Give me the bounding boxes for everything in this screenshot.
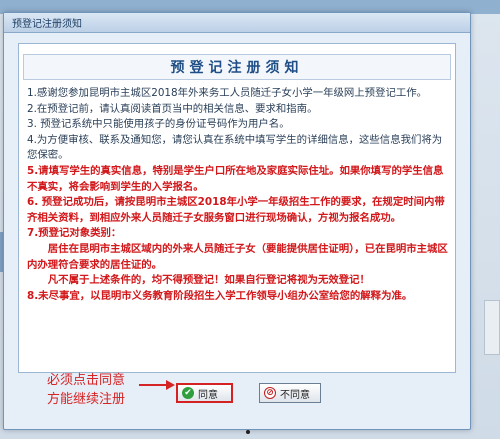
- notice-heading: 预登记注册须知: [170, 60, 304, 76]
- background-right-panel: [484, 300, 500, 355]
- annotation-note: 必须点击同意 方能继续注册: [47, 371, 125, 409]
- notice-item-5: 5.请填写学生的真实信息，特别是学生户口所在地及家庭实际住址。如果你填写的学生信…: [27, 164, 444, 193]
- notice-heading-box: 预登记注册须知: [23, 54, 451, 80]
- dialog-titlebar[interactable]: 预登记注册须知: [4, 13, 470, 33]
- notice-item-7-title: 7.预登记对象类别：: [27, 227, 122, 240]
- notice-panel: 预登记注册须知 1.感谢您参加昆明市主城区2018年外来务工人员随迁子女小学一年…: [18, 43, 456, 373]
- disagree-button[interactable]: ⊘ 不同意: [259, 383, 321, 403]
- registration-notice-dialog: 预登记注册须知 预登记注册须知 1.感谢您参加昆明市主城区2018年外来务工人员…: [3, 12, 471, 430]
- notice-item-1: 1.感谢您参加昆明市主城区2018年外来务工人员随迁子女小学一年级网上预登记工作…: [27, 87, 428, 99]
- prohibited-icon: ⊘: [264, 387, 276, 399]
- notice-item-8: 8.未尽事宜，以昆明市义务教育阶段招生入学工作领导小组办公室给您的解释为准。: [27, 289, 413, 302]
- notice-item-2: 2.在预登记前，请认真阅读首页当中的相关信息、要求和指南。: [27, 102, 318, 115]
- background-dot: [246, 430, 250, 434]
- notice-content: 1.感谢您参加昆明市主城区2018年外来务工人员随迁子女小学一年级网上预登记工作…: [19, 80, 455, 304]
- annotation-line-2: 方能继续注册: [47, 392, 126, 407]
- agree-button-label: 同意: [198, 389, 218, 401]
- notice-item-7-warning: 凡不属于上述条件的，均不得预登记！如果自行登记将视为无效登记！: [47, 274, 370, 287]
- notice-item-4: 4.为方便审核、联系及通知您，请您认真在系统中填写学生的详细信息，这些信息我们将…: [27, 133, 443, 162]
- check-icon: ✔: [182, 387, 194, 399]
- dialog-title: 预登记注册须知: [12, 19, 82, 30]
- notice-item-7-detail: 居住在昆明市主城区域内的外来人员随迁子女（要能提供居住证明），已在昆明市主城区内…: [27, 242, 448, 271]
- notice-item-6: 6. 预登记成功后，请按昆明市主城区2018年小学一年级招生工作的要求，在规定时…: [27, 196, 445, 224]
- disagree-button-label: 不同意: [280, 389, 310, 401]
- annotation-line-1: 必须点击同意: [47, 373, 126, 388]
- notice-item-3: 3. 预登记系统中只能使用孩子的身份证号码作为用户名。: [27, 118, 290, 131]
- agree-button[interactable]: ✔ 同意: [176, 383, 233, 403]
- annotation-arrow-icon: [139, 380, 175, 390]
